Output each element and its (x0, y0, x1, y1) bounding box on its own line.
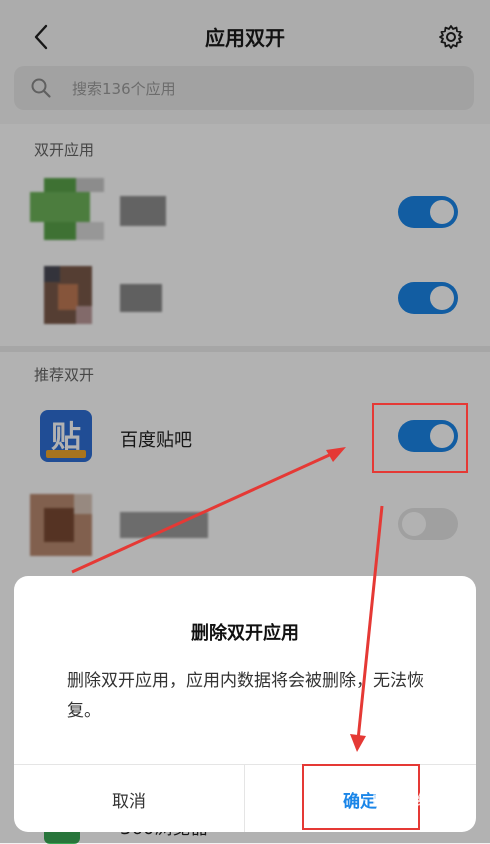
annotation-highlight-toggle (372, 403, 468, 473)
cancel-button[interactable]: 取消 (14, 765, 244, 832)
watermark: Baidu经验 (372, 793, 445, 809)
dialog-title: 删除双开应用 (191, 623, 299, 644)
dialog-message: 删除双开应用，应用内数据将会被删除，无法恢复。 (67, 671, 424, 721)
app-dual-open-page: 应用双开 双开应用 (0, 0, 490, 844)
